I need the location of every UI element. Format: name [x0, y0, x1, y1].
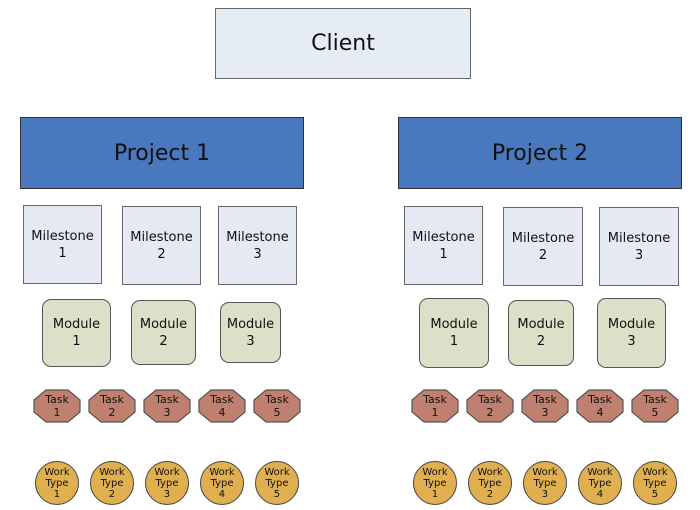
- task-label: Task 5: [643, 393, 667, 419]
- task-node: Task 1: [33, 389, 81, 423]
- milestone-node: Milestone 3: [599, 207, 679, 286]
- work-type-node: Work Type 4: [578, 461, 622, 505]
- work-type-node: Work Type 5: [255, 461, 299, 505]
- module-node: Module 1: [419, 298, 489, 368]
- task-label: Task 4: [210, 393, 234, 419]
- work-type-node: Work Type 2: [90, 461, 134, 505]
- task-node: Task 2: [466, 389, 514, 423]
- project-1-node: Project 1: [20, 117, 304, 189]
- module-node: Module 2: [131, 300, 196, 365]
- module-node: Module 3: [597, 298, 666, 368]
- milestone-node: Milestone 2: [122, 206, 201, 285]
- module-node: Module 2: [508, 300, 574, 366]
- milestone-node: Milestone 3: [218, 206, 297, 285]
- task-node: Task 1: [411, 389, 459, 423]
- task-node: Task 3: [143, 389, 191, 423]
- client-node: Client: [215, 8, 471, 79]
- task-label: Task 5: [265, 393, 289, 419]
- task-node: Task 3: [521, 389, 569, 423]
- task-label: Task 1: [423, 393, 447, 419]
- task-label: Task 4: [588, 393, 612, 419]
- project-2-node: Project 2: [398, 117, 682, 189]
- task-node: Task 5: [631, 389, 679, 423]
- work-type-node: Work Type 3: [145, 461, 189, 505]
- task-node: Task 4: [198, 389, 246, 423]
- task-label: Task 3: [533, 393, 557, 419]
- work-type-node: Work Type 5: [633, 461, 677, 505]
- task-node: Task 4: [576, 389, 624, 423]
- work-type-node: Work Type 1: [413, 461, 457, 505]
- module-node: Module 3: [220, 302, 281, 363]
- work-type-node: Work Type 2: [468, 461, 512, 505]
- task-node: Task 5: [253, 389, 301, 423]
- task-node: Task 2: [88, 389, 136, 423]
- milestone-node: Milestone 2: [503, 207, 583, 286]
- task-label: Task 2: [478, 393, 502, 419]
- milestone-node: Milestone 1: [404, 206, 483, 285]
- work-type-node: Work Type 4: [200, 461, 244, 505]
- work-type-node: Work Type 3: [523, 461, 567, 505]
- hierarchy-diagram: Client Project 1 Milestone 1 Milestone 2 Mi…: [0, 0, 700, 510]
- module-node: Module 1: [42, 299, 111, 367]
- task-label: Task 3: [155, 393, 179, 419]
- work-type-node: Work Type 1: [35, 461, 79, 505]
- milestone-node: Milestone 1: [23, 205, 102, 284]
- task-label: Task 1: [45, 393, 69, 419]
- task-label: Task 2: [100, 393, 124, 419]
